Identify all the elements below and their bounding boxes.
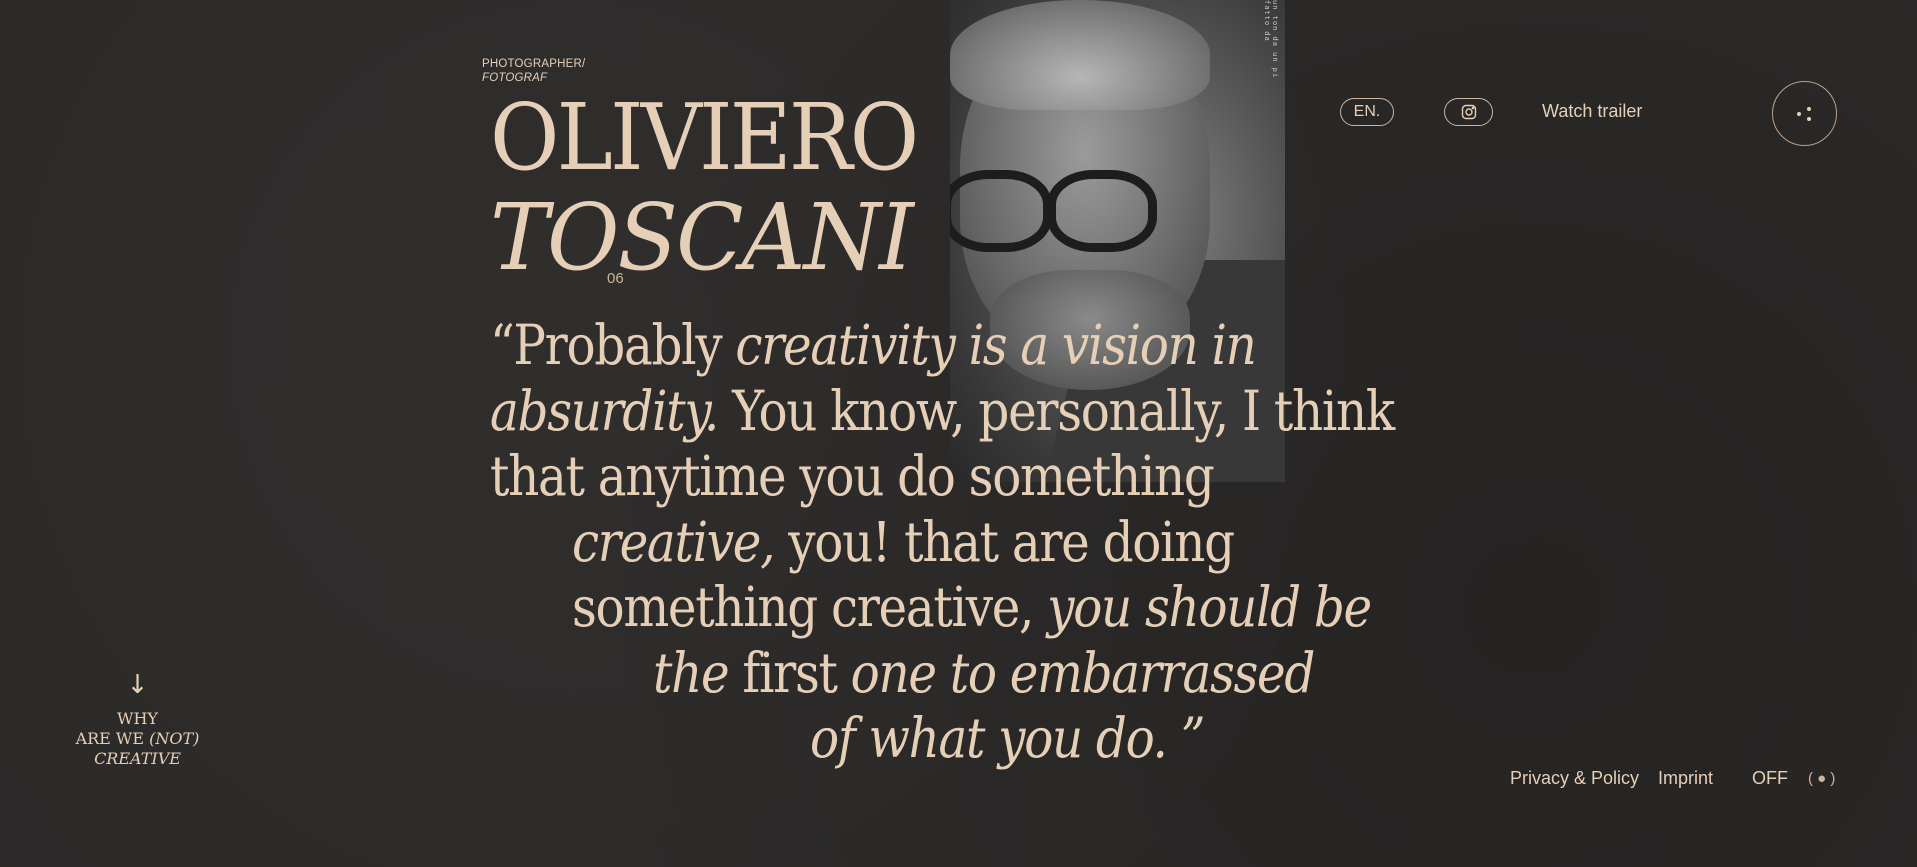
glasses (950, 170, 1172, 252)
page-title: OLIVIERO TOSCANI (490, 88, 954, 288)
role-line-en: PHOTOGRAPHER/ (482, 58, 586, 70)
quote-line: something creative, you should be (572, 575, 1372, 639)
name-last: TOSCANI (490, 184, 914, 291)
quote-line: that anytime you do something (490, 444, 1215, 508)
chapter-number: 06 (607, 270, 624, 287)
quote-line: the first one to embarrassed (653, 640, 1315, 705)
language-switch-button[interactable]: EN. (1340, 98, 1394, 126)
quote-line: creative, you! that are doing (572, 509, 1235, 574)
watch-trailer-link[interactable]: Watch trailer (1542, 101, 1642, 122)
quote-line: of what you do. ” (810, 706, 1205, 770)
menu-dots-icon (1796, 106, 1811, 121)
role-line-de: FOTOGRAF (482, 72, 548, 84)
quote-text: “Probably creativity is a vision in absu… (490, 313, 1517, 772)
sound-toggle[interactable]: ( ● ) (1808, 770, 1835, 787)
arrow-down-icon: ↓ (126, 670, 149, 700)
photo-tape-text: un ton da un pi fatto da (1263, 0, 1279, 79)
scroll-down-link[interactable]: ↓ WHY ARE WE (NOT) CREATIVE (70, 670, 205, 769)
menu-button[interactable] (1772, 81, 1837, 146)
privacy-policy-link[interactable]: Privacy & Policy (1510, 768, 1639, 789)
instagram-button[interactable] (1444, 98, 1493, 126)
imprint-link[interactable]: Imprint (1658, 768, 1713, 789)
name-first: OLIVIERO (490, 84, 919, 191)
quote-line: “Probably creativity is a vision in (490, 313, 1257, 377)
role-label: PHOTOGRAPHER/ FOTOGRAF (482, 57, 585, 85)
sound-status: OFF (1752, 768, 1788, 788)
instagram-icon (1461, 104, 1476, 120)
quote-line: absurdity. You know, personally, I think (490, 378, 1395, 443)
